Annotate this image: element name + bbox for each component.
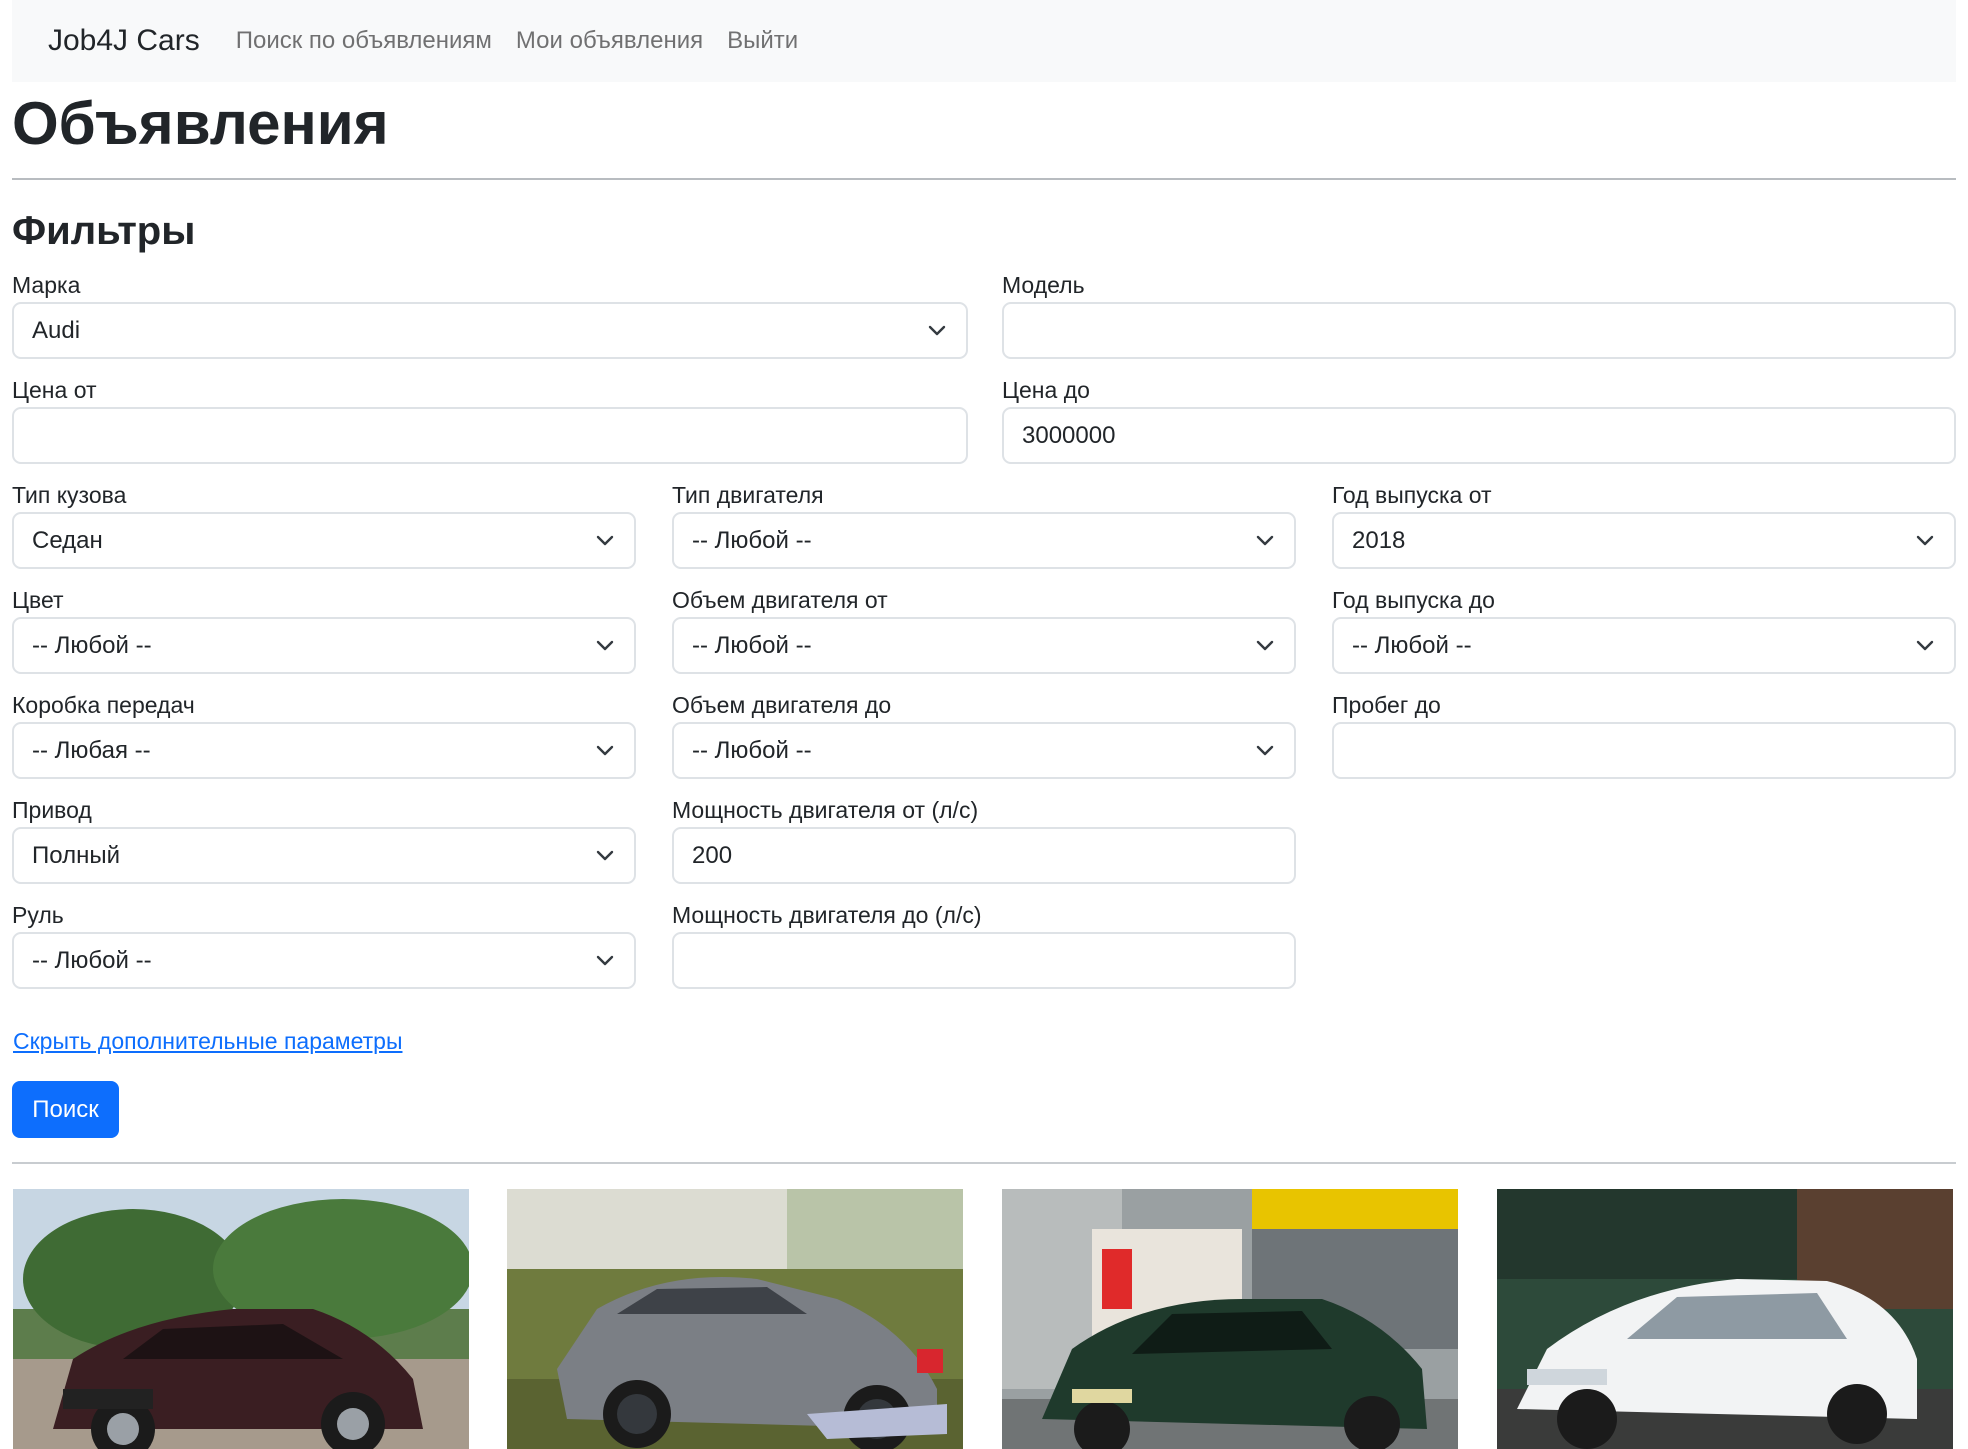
body-type-label: Тип кузова bbox=[12, 482, 127, 508]
model-input[interactable] bbox=[1002, 302, 1956, 359]
engine-type-select-value: -- Любой -- bbox=[692, 526, 812, 554]
model-label: Модель bbox=[1002, 272, 1085, 298]
chevron-down-icon bbox=[594, 635, 616, 657]
mileage-to-input[interactable] bbox=[1332, 722, 1956, 779]
page-title: Объявления bbox=[12, 90, 389, 157]
divider bbox=[12, 178, 1956, 180]
year-to-select-value: -- Любой -- bbox=[1352, 631, 1472, 659]
price-from-input[interactable] bbox=[12, 407, 968, 464]
nav-link-logout[interactable]: Выйти bbox=[727, 27, 798, 55]
engine-volume-to-select[interactable]: -- Любой -- bbox=[672, 722, 1296, 779]
chevron-down-icon bbox=[1914, 530, 1936, 552]
engine-volume-from-select-value: -- Любой -- bbox=[692, 631, 812, 659]
navbar-brand[interactable]: Job4J Cars bbox=[48, 24, 200, 58]
nav-link-search[interactable]: Поиск по объявлениям bbox=[236, 27, 492, 55]
engine-volume-to-select-value: -- Любой -- bbox=[692, 736, 812, 764]
page: Job4J Cars Поиск по объявлениям Мои объя… bbox=[0, 0, 1968, 1449]
price-to-label: Цена до bbox=[1002, 377, 1090, 403]
chevron-down-icon bbox=[1254, 530, 1276, 552]
brand-label: Марка bbox=[12, 272, 81, 298]
engine-type-select[interactable]: -- Любой -- bbox=[672, 512, 1296, 569]
chevron-down-icon bbox=[594, 845, 616, 867]
power-from-input[interactable]: 200 bbox=[672, 827, 1296, 884]
brand-select[interactable]: Audi bbox=[12, 302, 968, 359]
color-select-value: -- Любой -- bbox=[32, 631, 152, 659]
year-from-label: Год выпуска от bbox=[1332, 482, 1492, 508]
year-to-select[interactable]: -- Любой -- bbox=[1332, 617, 1956, 674]
power-to-label: Мощность двигателя до (л/с) bbox=[672, 902, 982, 928]
power-from-label: Мощность двигателя от (л/с) bbox=[672, 797, 979, 823]
listing-photo[interactable] bbox=[507, 1189, 963, 1449]
car-photo-icon bbox=[13, 1189, 469, 1449]
body-type-select-value: Седан bbox=[32, 526, 103, 554]
chevron-down-icon bbox=[926, 320, 948, 342]
color-label: Цвет bbox=[12, 587, 64, 613]
car-photo-icon bbox=[507, 1189, 963, 1449]
chevron-down-icon bbox=[1254, 635, 1276, 657]
drive-select-value: Полный bbox=[32, 841, 120, 869]
color-select[interactable]: -- Любой -- bbox=[12, 617, 636, 674]
gearbox-select[interactable]: -- Любая -- bbox=[12, 722, 636, 779]
chevron-down-icon bbox=[594, 740, 616, 762]
gearbox-select-value: -- Любая -- bbox=[32, 736, 151, 764]
navbar: Job4J Cars Поиск по объявлениям Мои объя… bbox=[12, 0, 1956, 82]
car-photo-icon bbox=[1497, 1189, 1953, 1449]
hide-extra-params-link[interactable]: Скрыть дополнительные параметры bbox=[13, 1028, 402, 1055]
power-to-input[interactable] bbox=[672, 932, 1296, 989]
filters-title: Фильтры bbox=[12, 209, 196, 253]
listing-photo[interactable] bbox=[1497, 1189, 1953, 1449]
steering-select-value: -- Любой -- bbox=[32, 946, 152, 974]
car-photo-icon bbox=[1002, 1189, 1458, 1449]
nav-link-my-ads[interactable]: Мои объявления bbox=[516, 27, 703, 55]
year-from-select-value: 2018 bbox=[1352, 526, 1406, 554]
engine-volume-to-label: Объем двигателя до bbox=[672, 692, 892, 718]
power-from-input-value: 200 bbox=[692, 841, 733, 869]
year-from-select[interactable]: 2018 bbox=[1332, 512, 1956, 569]
engine-volume-from-label: Объем двигателя от bbox=[672, 587, 888, 613]
price-to-input[interactable]: 3000000 bbox=[1002, 407, 1956, 464]
price-to-input-value: 3000000 bbox=[1022, 421, 1116, 449]
steering-select[interactable]: -- Любой -- bbox=[12, 932, 636, 989]
year-to-label: Год выпуска до bbox=[1332, 587, 1495, 613]
price-from-label: Цена от bbox=[12, 377, 97, 403]
listing-photo[interactable] bbox=[1002, 1189, 1458, 1449]
chevron-down-icon bbox=[1254, 740, 1276, 762]
drive-label: Привод bbox=[12, 797, 92, 823]
gearbox-label: Коробка передач bbox=[12, 692, 195, 718]
chevron-down-icon bbox=[594, 530, 616, 552]
brand-select-value: Audi bbox=[32, 316, 81, 344]
drive-select[interactable]: Полный bbox=[12, 827, 636, 884]
listing-photo[interactable] bbox=[13, 1189, 469, 1449]
steering-label: Руль bbox=[12, 902, 64, 928]
search-button[interactable]: Поиск bbox=[12, 1081, 119, 1138]
body-type-select[interactable]: Седан bbox=[12, 512, 636, 569]
mileage-to-label: Пробег до bbox=[1332, 692, 1441, 718]
divider bbox=[12, 1162, 1956, 1164]
engine-volume-from-select[interactable]: -- Любой -- bbox=[672, 617, 1296, 674]
chevron-down-icon bbox=[1914, 635, 1936, 657]
chevron-down-icon bbox=[594, 950, 616, 972]
engine-type-label: Тип двигателя bbox=[672, 482, 824, 508]
